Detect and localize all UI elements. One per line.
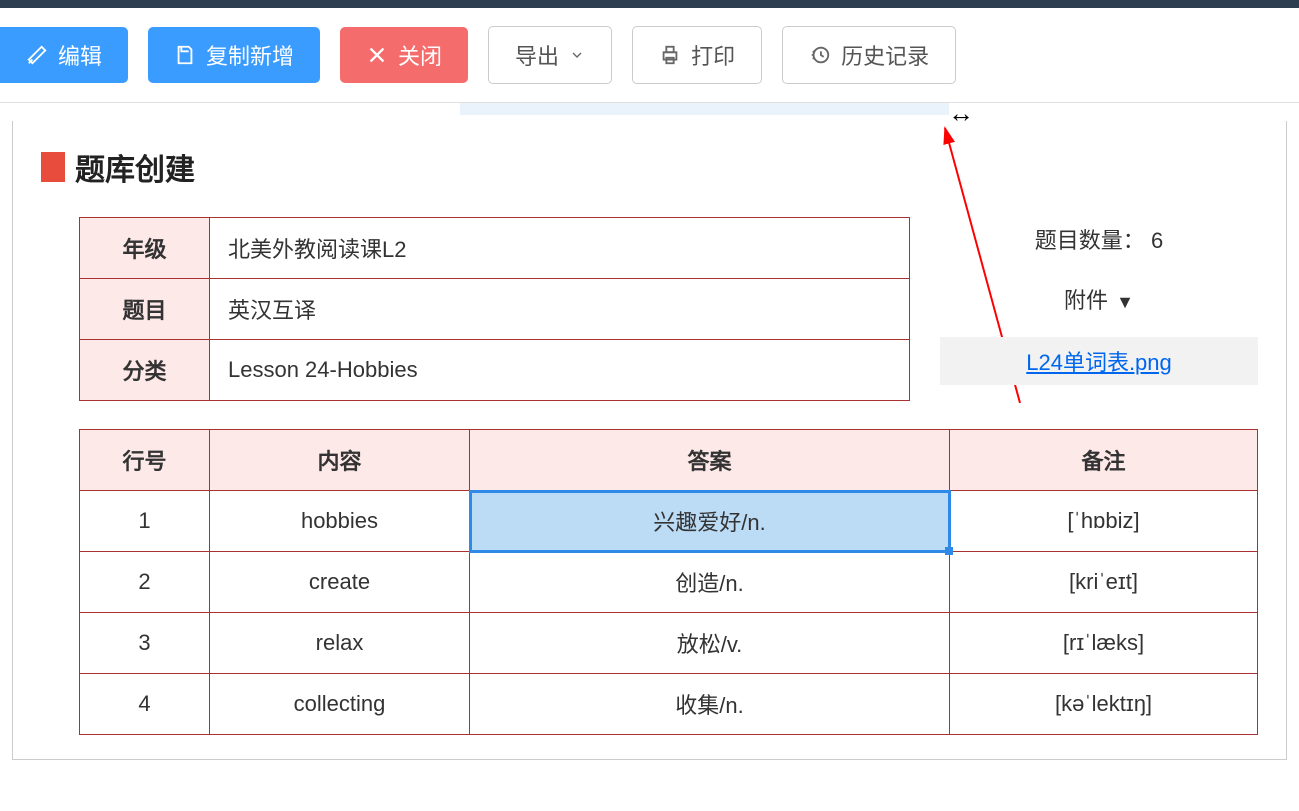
col-header-rowno: 行号 bbox=[80, 430, 210, 491]
print-button[interactable]: 打印 bbox=[632, 26, 762, 84]
cell-rowno[interactable]: 4 bbox=[80, 674, 210, 735]
attachment-toggle[interactable]: 附件 bbox=[940, 283, 1258, 315]
meta-category-label: 分类 bbox=[80, 340, 210, 401]
attachment-file-link[interactable]: L24单词表.png bbox=[940, 337, 1258, 385]
side-meta: 题目数量： 6 附件 L24单词表.png bbox=[940, 217, 1258, 385]
resize-cursor-icon: ↔ bbox=[948, 98, 974, 129]
cell-answer[interactable]: 兴趣爱好/n. bbox=[470, 491, 950, 552]
page-title: 题库创建 bbox=[75, 145, 195, 189]
meta-topic-value[interactable]: 英汉互译 bbox=[210, 279, 910, 340]
cell-content[interactable]: create bbox=[210, 552, 470, 613]
toolbar: 编辑 复制新增 关闭 导出 打印 历史记录 bbox=[0, 8, 1299, 102]
meta-table: 年级 北美外教阅读课L2 题目 英汉互译 分类 Lesson 24-Hobbie… bbox=[79, 217, 910, 401]
title-marker-icon bbox=[41, 152, 65, 182]
history-button[interactable]: 历史记录 bbox=[782, 26, 956, 84]
meta-area: 年级 北美外教阅读课L2 题目 英汉互译 分类 Lesson 24-Hobbie… bbox=[79, 217, 1258, 401]
cell-answer[interactable]: 收集/n. bbox=[470, 674, 950, 735]
form-content: 题库创建 年级 北美外教阅读课L2 题目 英汉互译 分类 Lesson 24-H… bbox=[12, 121, 1287, 760]
cell-rowno[interactable]: 3 bbox=[80, 613, 210, 674]
question-count: 题目数量： 6 bbox=[940, 223, 1258, 255]
count-value: 6 bbox=[1151, 228, 1163, 253]
meta-grade-value[interactable]: 北美外教阅读课L2 bbox=[210, 218, 910, 279]
close-button[interactable]: 关闭 bbox=[340, 27, 468, 83]
edit-button-label: 编辑 bbox=[58, 39, 102, 71]
save-copy-icon bbox=[174, 44, 196, 66]
page-wrapper: ↔ 题库创建 年级 北美外教阅读课L2 题目 英汉互译 分类 Lesso bbox=[0, 102, 1299, 760]
copy-new-button-label: 复制新增 bbox=[206, 39, 294, 71]
chevron-down-icon bbox=[569, 47, 585, 63]
count-label: 题目数量： bbox=[1035, 228, 1145, 253]
attachment-label: 附件 bbox=[1064, 288, 1108, 313]
copy-new-button[interactable]: 复制新增 bbox=[148, 27, 320, 83]
col-header-answer: 答案 bbox=[470, 430, 950, 491]
table-row: 3relax放松/v.[rɪˈlæks] bbox=[80, 613, 1258, 674]
cell-content[interactable]: hobbies bbox=[210, 491, 470, 552]
table-row: 1hobbies兴趣爱好/n.[ˈhɒbiz] bbox=[80, 491, 1258, 552]
data-table: 行号 内容 答案 备注 1hobbies兴趣爱好/n.[ˈhɒbiz]2crea… bbox=[79, 429, 1258, 735]
cell-remark[interactable]: [rɪˈlæks] bbox=[950, 613, 1258, 674]
cell-content[interactable]: collecting bbox=[210, 674, 470, 735]
meta-grade-label: 年级 bbox=[80, 218, 210, 279]
edit-button[interactable]: 编辑 bbox=[0, 27, 128, 83]
column-resize-handle[interactable]: ↔ bbox=[460, 103, 949, 115]
cell-content[interactable]: relax bbox=[210, 613, 470, 674]
pencil-icon bbox=[26, 44, 48, 66]
table-header-row: 行号 内容 答案 备注 bbox=[80, 430, 1258, 491]
close-button-label: 关闭 bbox=[398, 39, 442, 71]
printer-icon bbox=[659, 44, 681, 66]
export-button[interactable]: 导出 bbox=[488, 26, 612, 84]
cell-answer[interactable]: 放松/v. bbox=[470, 613, 950, 674]
meta-category-value[interactable]: Lesson 24-Hobbies bbox=[210, 340, 910, 401]
cell-remark[interactable]: [ˈhɒbiz] bbox=[950, 491, 1258, 552]
close-icon bbox=[366, 44, 388, 66]
cell-remark[interactable]: [kəˈlektɪŋ] bbox=[950, 674, 1258, 735]
meta-topic-label: 题目 bbox=[80, 279, 210, 340]
col-header-content: 内容 bbox=[210, 430, 470, 491]
history-button-label: 历史记录 bbox=[841, 39, 929, 71]
cell-rowno[interactable]: 1 bbox=[80, 491, 210, 552]
page-title-row: 题库创建 bbox=[41, 145, 1258, 189]
col-header-remark: 备注 bbox=[950, 430, 1258, 491]
window-topbar bbox=[0, 0, 1299, 8]
history-icon bbox=[809, 44, 831, 66]
table-row: 2create创造/n.[kriˈeɪt] bbox=[80, 552, 1258, 613]
table-row: 4collecting收集/n.[kəˈlektɪŋ] bbox=[80, 674, 1258, 735]
export-button-label: 导出 bbox=[515, 39, 559, 71]
print-button-label: 打印 bbox=[691, 39, 735, 71]
cell-rowno[interactable]: 2 bbox=[80, 552, 210, 613]
cell-remark[interactable]: [kriˈeɪt] bbox=[950, 552, 1258, 613]
cell-answer[interactable]: 创造/n. bbox=[470, 552, 950, 613]
